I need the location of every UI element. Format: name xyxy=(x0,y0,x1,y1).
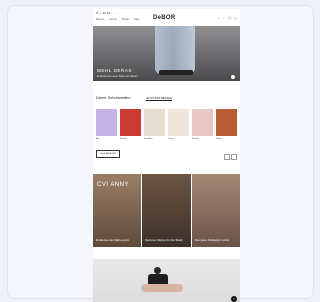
category-label: Sneaker xyxy=(120,138,128,140)
category-label: Sandalen xyxy=(144,138,153,140)
user-icon[interactable]: ◯ xyxy=(228,16,231,20)
promo-tile-text: Die neue Kollektion ist da xyxy=(195,238,229,243)
category-tile-stiefel[interactable] xyxy=(216,109,237,136)
promo-tile[interactable]: CVI ANNY Entdecke die Marke jetzt xyxy=(93,174,141,247)
category-tile-sneaker[interactable] xyxy=(120,109,141,136)
prev-arrow-icon[interactable] xyxy=(224,154,230,160)
category-label: Stiefel xyxy=(216,138,222,140)
website-screenshot: ✆ + 49 30 ··· ··· Damen Herren Kinder Sa… xyxy=(93,9,240,302)
category-tile-sneaker-2[interactable] xyxy=(192,109,213,136)
main-nav: Damen Herren Kinder Sale xyxy=(96,18,143,21)
search-icon[interactable]: ⌕ xyxy=(218,16,220,20)
bag-icon[interactable]: ▢ xyxy=(234,16,237,20)
hero-image-shoes xyxy=(159,70,193,75)
all-categories-button[interactable]: ALLE ANSEHEN xyxy=(96,150,120,158)
hero-image-jeans xyxy=(155,26,195,74)
hero-arrow-button[interactable] xyxy=(231,75,235,79)
promo-tile-headline: CVI ANNY xyxy=(97,182,130,188)
categories-link[interactable]: JETZT ENTDECKEN xyxy=(146,96,173,101)
carousel-arrows xyxy=(223,147,237,165)
service-hotline[interactable]: ✆ + 49 30 ··· ··· xyxy=(96,11,119,15)
category-carousel: Alle Sneaker Sandalen Pumps Sneaker Stie… xyxy=(96,109,238,140)
category-label: Pumps xyxy=(168,138,175,140)
model-legs xyxy=(141,284,183,292)
category-label: Sneaker xyxy=(192,138,200,140)
nav-item-damen[interactable]: Damen xyxy=(96,18,104,21)
category-tile-pumps[interactable] xyxy=(168,109,189,136)
promo-tile[interactable]: Die neue Kollektion ist da xyxy=(192,174,240,247)
heart-icon[interactable]: ♡ xyxy=(222,16,225,20)
help-chat-button[interactable]: ? xyxy=(231,296,237,302)
nav-item-sale[interactable]: Sale xyxy=(134,18,139,21)
promo-tile[interactable]: Sommer-Styles für die Stadt xyxy=(142,174,191,247)
header-icons: ⌕ ♡ ◯ ▢ xyxy=(216,16,237,20)
hero-title: MEHL DERAS xyxy=(97,68,133,73)
site-logo[interactable]: DeBOR xyxy=(153,15,176,21)
nav-item-kinder[interactable]: Kinder xyxy=(122,18,130,21)
model-head xyxy=(154,267,161,274)
editorial-image[interactable]: ? xyxy=(93,259,240,302)
category-label: Alle xyxy=(96,138,100,140)
category-tile-alle[interactable] xyxy=(96,109,117,136)
next-arrow-icon[interactable] xyxy=(231,154,237,160)
promo-tile-text: Sommer-Styles für die Stadt xyxy=(145,238,183,243)
category-tile-sandalen[interactable] xyxy=(144,109,165,136)
nav-item-herren[interactable]: Herren xyxy=(109,18,117,21)
categories-title: Deine Schuhwelten xyxy=(96,95,131,100)
promo-tile-text: Entdecke die Marke jetzt xyxy=(96,238,129,243)
hero-banner[interactable]: MEHL DERAS Entdecke die neuen Styles der… xyxy=(93,26,240,81)
hero-subtitle: Entdecke die neuen Styles der Saison xyxy=(97,75,138,78)
